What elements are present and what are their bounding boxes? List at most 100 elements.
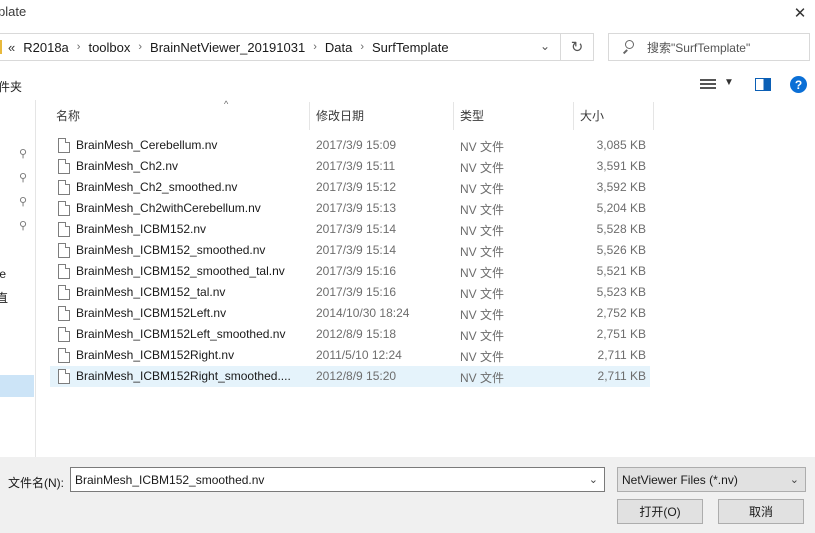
file-icon <box>58 159 70 174</box>
file-size: 3,592 KB <box>596 180 646 194</box>
file-type: NV 文件 <box>460 161 505 175</box>
file-size: 5,526 KB <box>596 243 646 257</box>
file-date: 2012/8/9 15:20 <box>316 369 397 383</box>
file-date: 2017/3/9 15:09 <box>316 138 397 152</box>
file-row[interactable]: BrainMesh_ICBM152Right.nv 2011/5/10 12:24… <box>50 345 650 366</box>
file-date: 2017/3/9 15:14 <box>316 222 397 236</box>
file-icon <box>58 138 70 153</box>
file-row[interactable]: BrainMesh_Ch2.nv 2017/3/9 15:11 NV 文件 3,591… <box>50 156 650 177</box>
file-type: NV 文件 <box>460 182 505 196</box>
file-name: BrainMesh_ICBM152Right.nv <box>76 348 235 362</box>
file-icon <box>58 201 70 216</box>
title-bar: plate ✕ <box>0 0 815 28</box>
file-size: 2,751 KB <box>596 327 646 341</box>
file-type-filter-select[interactable]: NetViewer Files (*.nv) ⌄ <box>617 467 806 492</box>
nav-item-selected[interactable] <box>0 375 34 397</box>
pin-icon: ⚲ <box>19 220 28 232</box>
file-type: NV 文件 <box>460 371 505 385</box>
pin-icon: ⚲ <box>19 148 28 160</box>
file-type: NV 文件 <box>460 203 505 217</box>
file-row[interactable]: BrainMesh_ICBM152Left.nv 2014/10/30 18:24… <box>50 303 650 324</box>
file-icon <box>58 327 70 342</box>
chevron-right-icon[interactable]: › <box>77 41 81 53</box>
window-title: plate <box>0 4 27 19</box>
file-size: 5,204 KB <box>596 201 646 215</box>
column-header-name-label: 名称 <box>56 109 81 123</box>
breadcrumb-r2018a[interactable]: R2018a <box>23 40 69 55</box>
file-type: NV 文件 <box>460 140 505 154</box>
close-button[interactable]: ✕ <box>785 0 815 26</box>
file-type: NV 文件 <box>460 329 505 343</box>
chevron-down-icon[interactable]: ⌄ <box>589 473 598 486</box>
folder-marker <box>0 40 2 54</box>
help-icon[interactable]: ? <box>790 76 807 93</box>
column-header-size-label: 大小 <box>580 109 605 123</box>
file-icon <box>58 243 70 258</box>
column-header-date[interactable]: 修改日期 <box>310 102 454 130</box>
search-icon <box>621 40 635 54</box>
nav-item-fragment[interactable]: te <box>0 267 6 281</box>
open-button[interactable]: 打开(O) <box>617 499 703 524</box>
file-type: NV 文件 <box>460 266 505 280</box>
file-date: 2011/5/10 12:24 <box>316 348 402 362</box>
file-row[interactable]: BrainMesh_ICBM152.nv 2017/3/9 15:14 NV 文件 5… <box>50 219 650 240</box>
preview-pane-icon[interactable] <box>755 78 771 91</box>
bottom-panel: 文件名(N): BrainMesh_ICBM152_smoothed.nv ⌄ … <box>0 457 815 533</box>
file-type: NV 文件 <box>460 350 505 364</box>
file-type: NV 文件 <box>460 308 505 322</box>
file-date: 2017/3/9 15:14 <box>316 243 397 257</box>
column-header-type[interactable]: 类型 <box>454 102 574 130</box>
file-row[interactable]: BrainMesh_Ch2_smoothed.nv 2017/3/9 15:12 N… <box>50 177 650 198</box>
file-row[interactable]: BrainMesh_ICBM152Left_smoothed.nv 2012/8/… <box>50 324 650 345</box>
file-size: 2,711 KB <box>597 369 646 383</box>
filename-label: 文件名(N): <box>8 476 64 490</box>
file-name: BrainMesh_Ch2_smoothed.nv <box>76 180 238 194</box>
file-size: 2,711 KB <box>597 348 646 362</box>
file-size: 2,752 KB <box>596 306 646 320</box>
navigation-pane[interactable]: ⚲ ⚲ ⚲ ⚲ te 直 <box>0 100 36 457</box>
file-icon <box>58 222 70 237</box>
view-options-icon[interactable] <box>700 79 716 91</box>
cancel-button[interactable]: 取消 <box>718 499 804 524</box>
file-row[interactable]: BrainMesh_Cerebellum.nv 2017/3/9 15:09 NV … <box>50 135 650 156</box>
file-row[interactable]: BrainMesh_ICBM152_smoothed.nv 2017/3/9 15… <box>50 240 650 261</box>
breadcrumb-brainnetviewer[interactable]: BrainNetViewer_20191031 <box>150 40 305 55</box>
file-row-hovered[interactable]: BrainMesh_ICBM152Right_smoothed.... 2012/… <box>50 366 650 387</box>
file-type: NV 文件 <box>460 287 505 301</box>
file-name: BrainMesh_Ch2withCerebellum.nv <box>76 201 261 215</box>
new-folder-button[interactable]: 件夹 <box>0 78 22 95</box>
file-date: 2012/8/9 15:18 <box>316 327 397 341</box>
file-name: BrainMesh_ICBM152Left.nv <box>76 306 227 320</box>
view-dropdown-icon[interactable]: ▼ <box>724 77 734 88</box>
file-icon <box>58 180 70 195</box>
column-header-type-label: 类型 <box>460 109 485 123</box>
file-row[interactable]: BrainMesh_Ch2withCerebellum.nv 2017/3/9 1… <box>50 198 650 219</box>
breadcrumb-surftemplate[interactable]: SurfTemplate <box>372 40 449 55</box>
chevron-down-icon[interactable]: ⌄ <box>540 39 550 53</box>
file-name: BrainMesh_ICBM152_tal.nv <box>76 285 226 299</box>
file-name: BrainMesh_ICBM152_smoothed_tal.nv <box>76 264 285 278</box>
breadcrumb-toolbox[interactable]: toolbox <box>88 40 130 55</box>
filename-input[interactable]: BrainMesh_ICBM152_smoothed.nv ⌄ <box>70 467 605 492</box>
file-type-filter-value: NetViewer Files (*.nv) <box>622 473 738 487</box>
chevron-right-icon[interactable]: › <box>360 41 364 53</box>
breadcrumb-overflow-button[interactable]: « <box>8 40 15 55</box>
chevron-right-icon[interactable]: › <box>138 41 142 53</box>
file-icon <box>58 348 70 363</box>
file-name: BrainMesh_Ch2.nv <box>76 159 179 173</box>
column-header-size[interactable]: 大小 <box>574 102 654 130</box>
file-row[interactable]: BrainMesh_ICBM152_smoothed_tal.nv 2017/3/… <box>50 261 650 282</box>
column-header-name[interactable]: 名称 <box>50 102 310 130</box>
chevron-right-icon[interactable]: › <box>313 41 317 53</box>
breadcrumb-data[interactable]: Data <box>325 40 352 55</box>
file-type: NV 文件 <box>460 245 505 259</box>
toolbar: 件夹 ▼ ? <box>0 72 815 98</box>
file-date: 2017/3/9 15:13 <box>316 201 397 215</box>
nav-item-fragment[interactable]: 直 <box>0 289 8 306</box>
refresh-button[interactable]: ↻ <box>561 33 594 61</box>
file-size: 5,521 KB <box>596 264 646 278</box>
search-input[interactable]: 搜索"SurfTemplate" <box>608 33 810 61</box>
address-bar[interactable]: « R2018a › toolbox › BrainNetViewer_2019… <box>0 33 561 61</box>
file-name: BrainMesh_ICBM152Left_smoothed.nv <box>76 327 286 341</box>
file-row[interactable]: BrainMesh_ICBM152_tal.nv 2017/3/9 15:16 NV… <box>50 282 650 303</box>
